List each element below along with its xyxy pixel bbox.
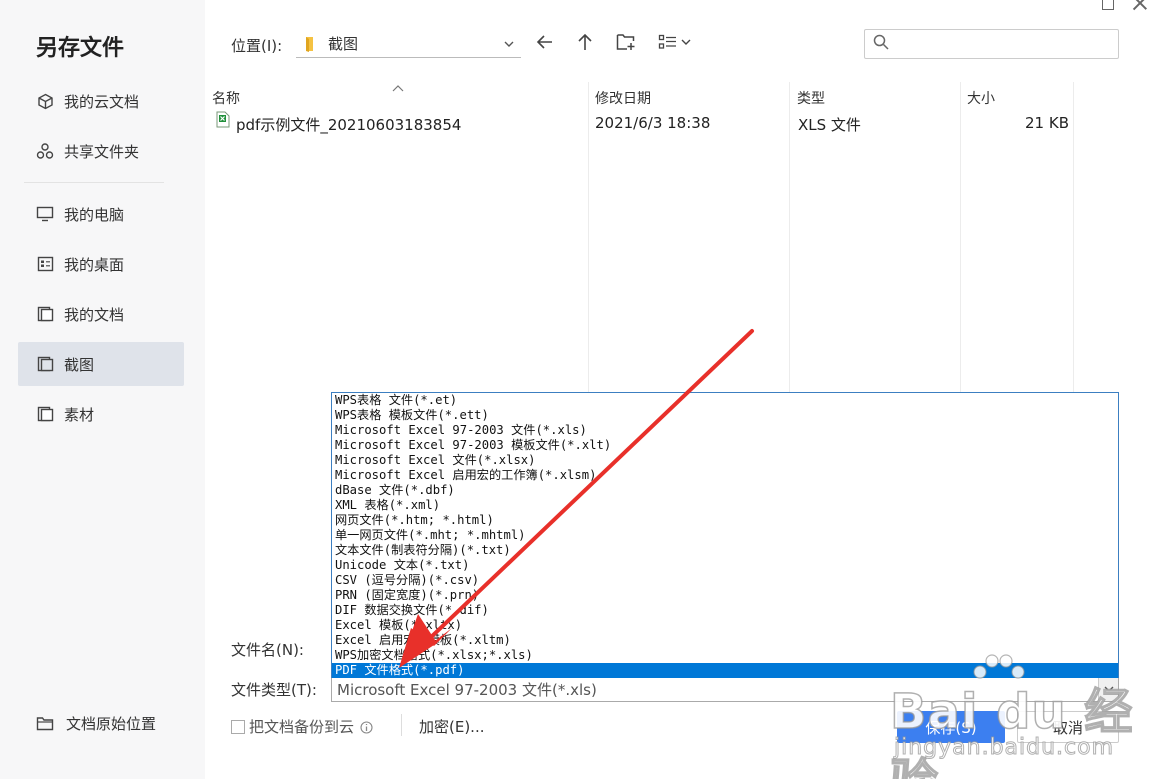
desktop-icon	[36, 255, 54, 273]
checkbox[interactable]	[231, 719, 245, 734]
sidebar-item-label: 我的文档	[64, 305, 125, 324]
dropdown-option[interactable]: 网页文件(*.htm; *.html)	[332, 513, 1118, 528]
sidebar-item-shared-folder[interactable]: 共享文件夹	[18, 129, 184, 173]
table-row[interactable]: pdf示例文件_20210603183854 2021/6/3 18:38 XL…	[212, 110, 1072, 134]
dropdown-option[interactable]: Unicode 文本(*.txt)	[332, 558, 1118, 573]
close-icon[interactable]	[1132, 0, 1148, 10]
column-separator	[1073, 82, 1074, 392]
filetype-value: Microsoft Excel 97-2003 文件(*.xls)	[337, 680, 597, 699]
encrypt-button[interactable]: 加密(E)...	[419, 716, 485, 737]
file-size: 21 KB	[1025, 114, 1069, 132]
filename-label: 文件名(N):	[231, 641, 304, 659]
file-type: XLS 文件	[798, 116, 861, 134]
cloud-doc-icon	[36, 92, 54, 110]
sidebar-item-label: 素材	[64, 405, 95, 424]
arrow-left-icon	[536, 34, 554, 54]
dialog-title: 另存文件	[36, 36, 125, 61]
share-folder-icon	[36, 142, 54, 160]
sidebar-item-label: 我的电脑	[64, 205, 125, 224]
view-mode-button[interactable]	[656, 32, 694, 56]
window-controls	[1082, 0, 1162, 14]
file-modified: 2021/6/3 18:38	[595, 114, 711, 132]
dropdown-option[interactable]: 单一网页文件(*.mht; *.mhtml)	[332, 528, 1118, 543]
xls-file-icon	[216, 111, 230, 128]
new-folder-icon	[616, 33, 636, 55]
backup-to-cloud-checkbox[interactable]: 把文档备份到云	[231, 716, 373, 737]
dropdown-option[interactable]: Excel 启用宏的模板(*.xltm)	[332, 633, 1118, 648]
dropdown-option[interactable]: Microsoft Excel 97-2003 模板文件(*.xlt)	[332, 438, 1118, 453]
watermark-logo: Bai du 经验	[889, 683, 1134, 779]
dropdown-option[interactable]: dBase 文件(*.dbf)	[332, 483, 1118, 498]
sidebar-item-label: 共享文件夹	[64, 142, 140, 161]
dropdown-option[interactable]: WPS表格 文件(*.et)	[332, 393, 1118, 408]
folder-icon	[36, 355, 54, 373]
sidebar-item-my-desktop[interactable]: 我的桌面	[18, 242, 184, 286]
list-view-icon	[658, 34, 692, 54]
dropdown-option[interactable]: Microsoft Excel 文件(*.xlsx)	[332, 453, 1118, 468]
new-folder-button[interactable]	[613, 32, 639, 56]
dropdown-option[interactable]: PRN (固定宽度)(*.prn)	[332, 588, 1118, 603]
column-header-name[interactable]: 名称	[212, 88, 240, 108]
location-dropdown[interactable]: 截图	[296, 30, 521, 58]
search-input[interactable]	[895, 36, 1115, 52]
baidu-watermark: Bai du 经验 jingyan.baidu.com	[889, 654, 1162, 779]
dropdown-option[interactable]: Microsoft Excel 97-2003 文件(*.xls)	[332, 423, 1118, 438]
column-header-modified[interactable]: 修改日期	[595, 88, 651, 108]
sidebar-item-my-computer[interactable]: 我的电脑	[18, 192, 184, 236]
sidebar-item-label: 我的桌面	[64, 255, 125, 274]
original-location-label: 文档原始位置	[66, 715, 157, 733]
dropdown-option[interactable]: Microsoft Excel 启用宏的工作簿(*.xlsm)	[332, 468, 1118, 483]
folder-icon	[36, 715, 54, 733]
arrow-up-icon	[577, 33, 593, 55]
sidebar-divider	[24, 182, 164, 183]
watermark-sub: jingyan.baidu.com	[893, 735, 1115, 761]
location-value: 截图	[328, 35, 359, 53]
sidebar-item-materials[interactable]: 素材	[18, 392, 184, 436]
up-button[interactable]	[572, 32, 598, 56]
dropdown-option[interactable]: DIF 数据交换文件(*.dif)	[332, 603, 1118, 618]
dropdown-option[interactable]: CSV (逗号分隔)(*.csv)	[332, 573, 1118, 588]
sidebar-item-cloud-docs[interactable]: 我的云文档	[18, 79, 184, 123]
divider	[401, 714, 402, 736]
sidebar-item-screenshots[interactable]: 截图	[18, 342, 184, 386]
folder-icon	[304, 36, 318, 52]
dropdown-option[interactable]: Excel 模板(*.xltx)	[332, 618, 1118, 633]
backup-label: 把文档备份到云	[249, 718, 355, 736]
restore-icon[interactable]	[1102, 0, 1114, 10]
column-header-type[interactable]: 类型	[797, 88, 825, 108]
sidebar-item-my-documents[interactable]: 我的文档	[18, 292, 184, 336]
computer-icon	[36, 205, 54, 223]
sidebar-item-label: 截图	[64, 355, 95, 374]
chevron-down-icon	[503, 36, 515, 54]
info-icon[interactable]	[360, 720, 373, 734]
filetype-label: 文件类型(T):	[231, 681, 317, 699]
file-name: pdf示例文件_20210603183854	[236, 116, 462, 134]
location-label: 位置(I):	[231, 37, 283, 55]
sidebar: 另存文件 我的云文档 共享文件夹 我的电脑 我的桌面 我的文档 截图 素材 文档…	[0, 0, 205, 779]
filetype-dropdown-list[interactable]: WPS表格 文件(*.et) WPS表格 模板文件(*.ett) Microsoft…	[331, 392, 1119, 678]
back-button[interactable]	[532, 32, 558, 56]
dropdown-option[interactable]: XML 表格(*.xml)	[332, 498, 1118, 513]
dropdown-option[interactable]: 文本文件(制表符分隔)(*.txt)	[332, 543, 1118, 558]
sort-ascending-icon	[392, 78, 404, 96]
search-icon	[873, 34, 889, 54]
original-location-button[interactable]: 文档原始位置	[36, 713, 156, 734]
sidebar-item-label: 我的云文档	[64, 92, 140, 111]
documents-icon	[36, 305, 54, 323]
column-header-size[interactable]: 大小	[967, 88, 995, 108]
search-box[interactable]	[864, 29, 1119, 59]
folder-icon	[36, 405, 54, 423]
dropdown-option[interactable]: WPS表格 模板文件(*.ett)	[332, 408, 1118, 423]
